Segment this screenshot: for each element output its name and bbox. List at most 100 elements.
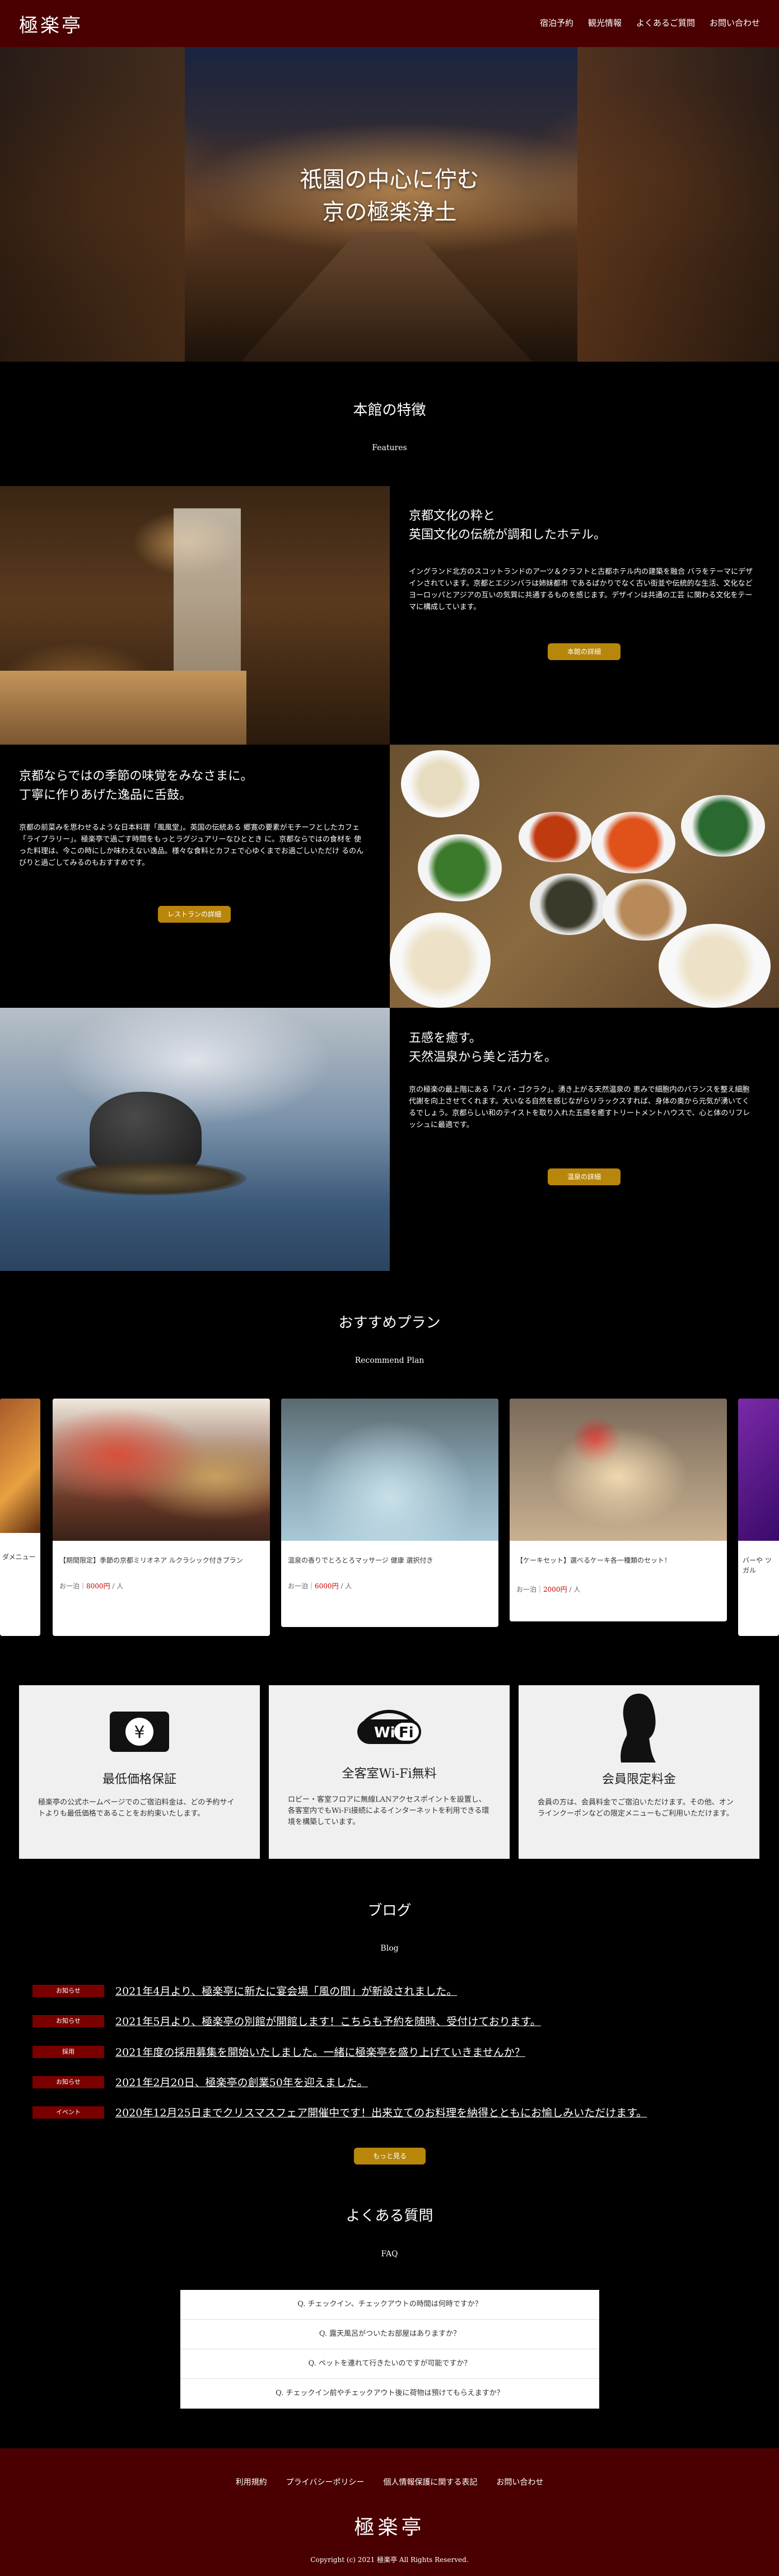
faq-item[interactable]: Q. ペットを連れて行きたいのですが可能ですか？: [180, 2349, 599, 2379]
dish-greens: [418, 834, 502, 901]
features-title: 本館の特徴: [353, 402, 426, 419]
blog-tag: お知らせ: [32, 1985, 104, 1997]
service-text: 極楽亭の公式ホームページでのご宿泊料金は、どの予約サイトよりも最低価格であること…: [38, 1798, 235, 1818]
main-nav: 宿泊予約 観光情報 よくあるご質問 お問い合わせ: [540, 17, 760, 29]
plan-image-dinner: [53, 1399, 270, 1541]
dish-stew: [591, 812, 675, 873]
features-subtitle: Features: [372, 443, 407, 452]
feature-hotel-text: 京都文化の粋と 英国文化の伝統が調和したホテル。 イングランド北方のスコットラン…: [409, 507, 762, 613]
svg-text:¥: ¥: [134, 1723, 144, 1742]
blog-title: ブログ: [367, 1902, 412, 1919]
plans-title: おすすめプラン: [338, 1315, 441, 1331]
site-header: 極楽亭 宿泊予約 観光情報 よくあるご質問 お問い合わせ: [0, 0, 779, 47]
feature-onsen-body: 京の極楽の最上階にある「スパ・ゴクラク」。湧き上がる天然温泉の 恵みで細胞内のバ…: [409, 1086, 750, 1129]
faq-item[interactable]: Q. 露天風呂がついたお部屋はありますか？: [180, 2320, 599, 2349]
faq-item[interactable]: Q. チェックイン前やチェックアウト後に荷物は預けてもらえますか？: [180, 2379, 599, 2408]
plan-card-price: お一泊｜6000円 / 人: [288, 1582, 352, 1590]
site-footer: 利用規約 プライバシーポリシー 個人情報保護に関する表記 お問い合わせ 極楽亭 …: [0, 2448, 779, 2576]
service-title: 最低価格保証: [102, 1773, 176, 1787]
plan-card-price: お一泊｜2000円 / 人: [516, 1586, 581, 1593]
hero-title-line2: 京の極楽浄土: [322, 199, 457, 225]
feature-food-title2: 丁寧に作りあげた逸品に舌鼓。: [19, 788, 192, 802]
faq-title: よくある質問: [346, 2208, 433, 2224]
service-box-member: 会員限定料金 会員の方は、会員料金でご宿泊いただけます。その他、オンラインクーポ…: [519, 1685, 759, 1859]
blog-link[interactable]: 2021年度の採用募集を開始いたしました。一緒に極楽亭を盛り上げていきませんか？: [115, 2044, 525, 2059]
plan-card-text: 温泉の香りでとろとろマッサージ 健康 選択付き: [288, 1556, 433, 1564]
restaurant-detail-button[interactable]: レストランの詳細: [158, 906, 231, 923]
dish-soup: [530, 873, 608, 935]
dish-kimchi: [519, 812, 591, 862]
plan-image-onsen: [281, 1399, 498, 1541]
feature-hotel-title2: 英国文化の伝統が調和したホテル。: [409, 528, 607, 542]
plan-card-text: バーや ツガル: [743, 1556, 772, 1574]
blog-subtitle: Blog: [380, 1944, 399, 1953]
svg-text:Wi: Wi: [374, 1724, 395, 1741]
plan-card[interactable]: 【期間限定】季節の京都ミリオネア ルクラシック付きプラン お一泊｜8000円 /…: [53, 1399, 270, 1636]
dish-vegetables: [681, 795, 765, 857]
blog-tag: 採用: [32, 2046, 104, 2058]
feature-food-text: 京都ならではの季節の味覚をみなさまに。 丁寧に作りあげた逸品に舌鼓。 京都の前菜…: [19, 767, 372, 869]
dish-rice: [401, 750, 479, 817]
service-title: 会員限定料金: [601, 1773, 676, 1787]
blog-more-button[interactable]: もっと見る: [354, 2148, 426, 2164]
feature-food-body: 京都の前菜みを思わせるような日本料理「風風堂」。英国の伝統ある 郷寛の要素がモチ…: [19, 824, 364, 867]
hero-title: 祇園の中心に佇む 京の極楽浄土: [0, 163, 779, 228]
faq-item[interactable]: Q. チェックイン、チェックアウトの時間は何時ですか？: [180, 2290, 599, 2320]
plans-subtitle: Recommend Plan: [354, 1356, 425, 1365]
blog-tag: お知らせ: [32, 2015, 104, 2027]
plan-card[interactable]: 温泉の香りでとろとろマッサージ 健康 選択付き お一泊｜6000円 / 人: [281, 1399, 498, 1627]
onsen-detail-button[interactable]: 温泉の詳細: [548, 1168, 621, 1185]
plan-image-cake: [510, 1399, 727, 1541]
feature-hotel-body: イングランド北方のスコットランドのアーツ＆クラフトと古都ホテル内の建築を融合 バ…: [409, 568, 753, 611]
blog-tag: イベント: [32, 2106, 104, 2119]
nav-reservation[interactable]: 宿泊予約: [540, 17, 573, 29]
plan-card-partial-right[interactable]: バーや ツガル: [738, 1399, 779, 1636]
dish-rice-3: [659, 924, 771, 1008]
footer-link-personal-info[interactable]: 個人情報保護に関する表記: [383, 2476, 477, 2488]
hotel-detail-button[interactable]: 本館の詳細: [548, 643, 621, 660]
yen-bill-icon: ¥: [110, 1712, 169, 1752]
wifi-icon: Wi Fi: [357, 1709, 421, 1744]
nav-contact[interactable]: お問い合わせ: [710, 17, 760, 29]
service-text: 会員の方は、会員料金でご宿泊いただけます。その他、オンラインクーポンなどの限定メ…: [538, 1798, 734, 1818]
dish-meat: [603, 879, 687, 941]
footer-link-privacy[interactable]: プライバシーポリシー: [286, 2476, 365, 2488]
site-logo[interactable]: 極楽亭: [19, 10, 83, 38]
feature-onsen-title2: 天然温泉から美と活力を。: [409, 1050, 557, 1064]
hero-title-line1: 祇園の中心に佇む: [300, 167, 479, 193]
blog-link[interactable]: 2021年2月20日、極楽亭の創業50年を迎えました。: [115, 2074, 368, 2089]
food-photo: [390, 745, 779, 1008]
plan-card-text: 【期間限定】季節の京都ミリオネア ルクラシック付きプラン: [59, 1556, 243, 1564]
nav-sightseeing[interactable]: 観光情報: [588, 17, 622, 29]
footer-copyright: Copyright (c) 2021 極楽亭 All Rights Reserv…: [310, 2556, 469, 2564]
plan-image: [0, 1399, 40, 1533]
blog-link[interactable]: 2020年12月25日までクリスマスフェア開催中です！出来立てのお料理を納得とと…: [115, 2105, 647, 2120]
footer-logo[interactable]: 極楽亭: [0, 2511, 779, 2540]
svg-text:Fi: Fi: [399, 1724, 414, 1741]
service-box-wifi: Wi Fi 全客室Wi-Fi無料 ロビー・客室フロアに無線LANアクセスポイント…: [269, 1685, 510, 1859]
faq-subtitle: FAQ: [381, 2250, 398, 2259]
faq-list: Q. チェックイン、チェックアウトの時間は何時ですか？ Q. 露天風呂がついたお…: [180, 2290, 599, 2409]
feature-food-title1: 京都ならではの季節の味覚をみなさまに。: [19, 769, 253, 783]
service-title: 全客室Wi-Fi無料: [342, 1767, 437, 1781]
service-text: ロビー・客室フロアに無線LANアクセスポイントを設置し、各客室内でもWi-Fi接…: [288, 1796, 489, 1826]
onsen-islet: [56, 1162, 246, 1195]
feature-hotel-title1: 京都文化の粋と: [409, 509, 496, 523]
plan-card-text: 【ケーキセット】選べるケーキ各一種類のセット！: [516, 1556, 671, 1564]
plan-image: [738, 1399, 779, 1541]
feature-onsen-title1: 五感を癒す。: [409, 1031, 482, 1045]
nav-faq[interactable]: よくあるご質問: [636, 17, 695, 29]
footer-link-contact[interactable]: お問い合わせ: [496, 2476, 543, 2488]
lobby-counter: [0, 671, 246, 745]
plan-card-price: お一泊｜8000円 / 人: [59, 1582, 124, 1590]
footer-link-terms[interactable]: 利用規約: [236, 2476, 267, 2488]
plan-card[interactable]: 【ケーキセット】選べるケーキ各一種類のセット！ お一泊｜2000円 / 人: [510, 1399, 727, 1621]
blog-link[interactable]: 2021年4月より、極楽亭に新たに宴会場「風の間」が新設されました。: [115, 1983, 457, 1998]
plan-card-text: ダメニュー: [2, 1553, 36, 1561]
blog-link[interactable]: 2021年5月より、極楽亭の別館が開館します！こちらも予約を随時、受付けておりま…: [115, 2013, 541, 2028]
lobby-curtain: [174, 508, 241, 671]
plan-card-partial-left[interactable]: ダメニュー: [0, 1399, 40, 1636]
feature-onsen-text: 五感を癒す。 天然温泉から美と活力を。 京の極楽の最上階にある「スパ・ゴクラク」…: [409, 1029, 762, 1131]
member-silhouette-icon: [621, 1694, 656, 1762]
hero-street: [241, 232, 532, 362]
